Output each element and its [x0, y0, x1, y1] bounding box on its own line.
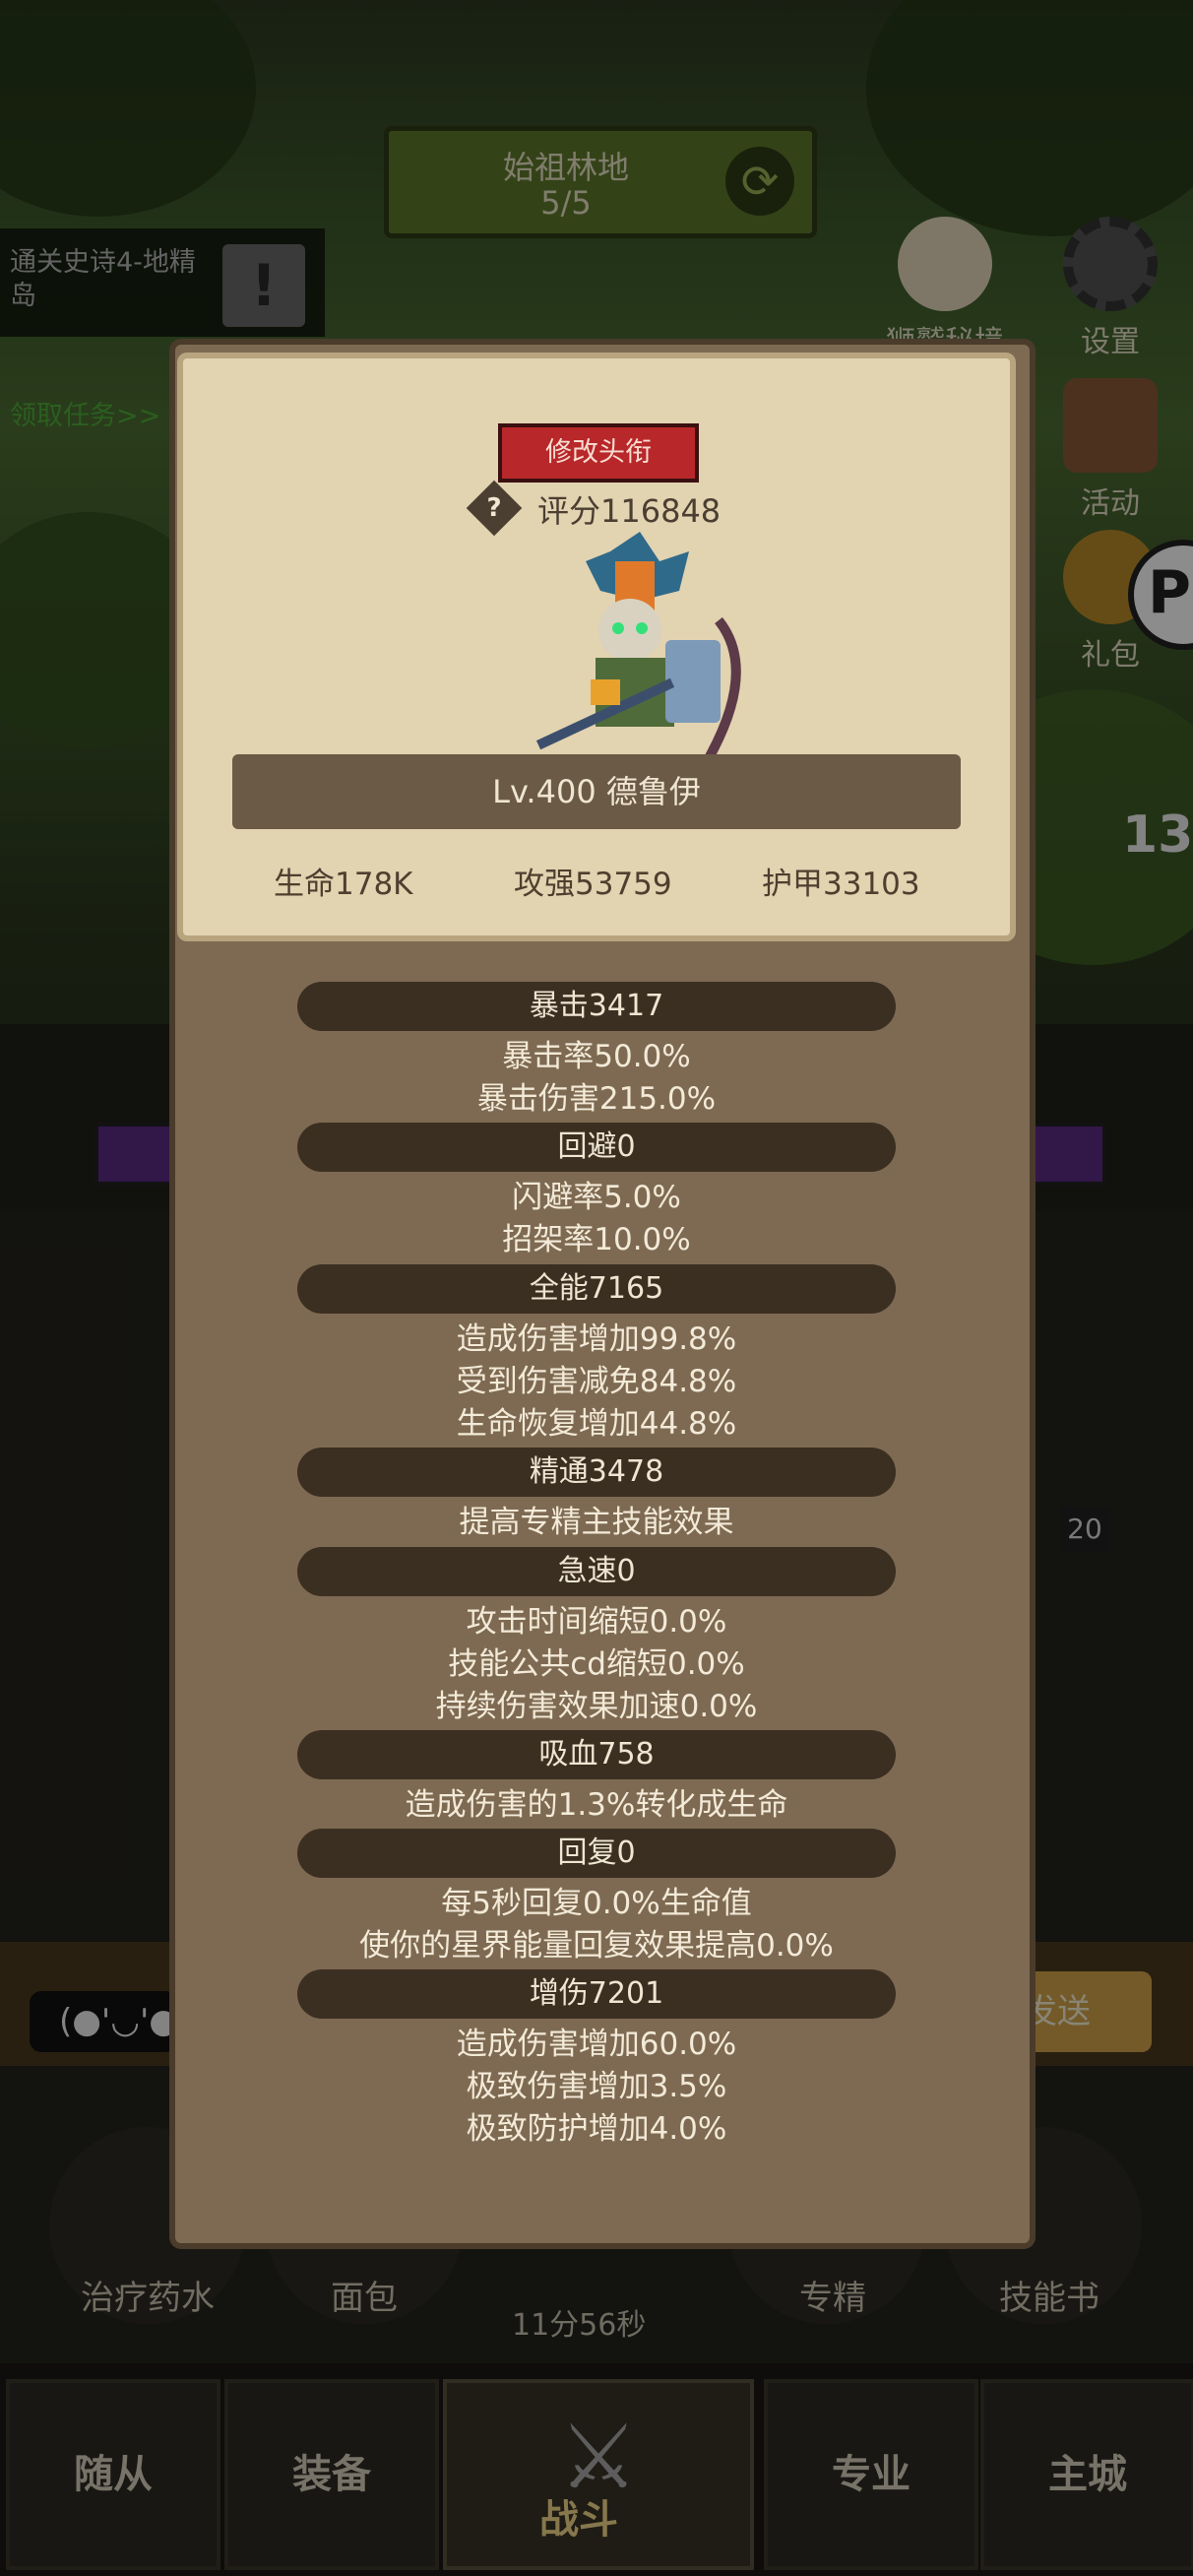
stat-header: 暴击3417	[297, 982, 896, 1031]
stat-detail: 极致防护增加4.0%	[466, 2111, 727, 2147]
stat-header: 增伤7201	[297, 1969, 896, 2019]
stat-detail: 造成伤害增加60.0%	[456, 2027, 737, 2062]
stat-detail: 暴击率50.0%	[502, 1039, 691, 1074]
stat-detail: 造成伤害增加99.8%	[456, 1321, 737, 1357]
stat-detail: 技能公共cd缩短0.0%	[448, 1646, 745, 1682]
stat-header: 回复0	[297, 1829, 896, 1878]
change-title-button[interactable]: 修改头衔	[498, 423, 699, 483]
stat-detail: 受到伤害减免84.8%	[456, 1364, 737, 1399]
stat-detail: 生命恢复增加44.8%	[456, 1406, 737, 1442]
stat-detail: 每5秒回复0.0%生命值	[441, 1886, 752, 1921]
stat-detail: 极致伤害增加3.5%	[466, 2069, 727, 2104]
question-icon[interactable]: ?	[474, 488, 514, 528]
stat-detail: 暴击伤害215.0%	[476, 1081, 717, 1117]
stat-header: 急速0	[297, 1547, 896, 1596]
stat-detail: 闪避率5.0%	[512, 1180, 681, 1215]
stat-detail: 使你的星界能量回复效果提高0.0%	[359, 1928, 834, 1964]
druid-hero-portrait	[535, 532, 741, 761]
hp-stat: 生命178K	[274, 867, 413, 902]
stat-detail: 提高专精主技能效果	[459, 1505, 734, 1540]
stat-header: 回避0	[297, 1123, 896, 1172]
score-label: 评分116848	[537, 492, 722, 530]
stat-header: 全能7165	[297, 1264, 896, 1314]
attack-power-stat: 攻强53759	[514, 867, 672, 902]
stat-detail: 招架率10.0%	[502, 1222, 691, 1257]
stat-detail: 持续伤害效果加速0.0%	[435, 1689, 758, 1724]
stat-header: 精通3478	[297, 1448, 896, 1497]
armor-stat: 护甲33103	[762, 867, 920, 902]
stat-header: 吸血758	[297, 1730, 896, 1779]
stat-detail: 造成伤害的1.3%转化成生命	[405, 1787, 788, 1823]
level-class-banner: Lv.400 德鲁伊	[232, 754, 961, 829]
stat-detail: 攻击时间缩短0.0%	[466, 1604, 727, 1640]
